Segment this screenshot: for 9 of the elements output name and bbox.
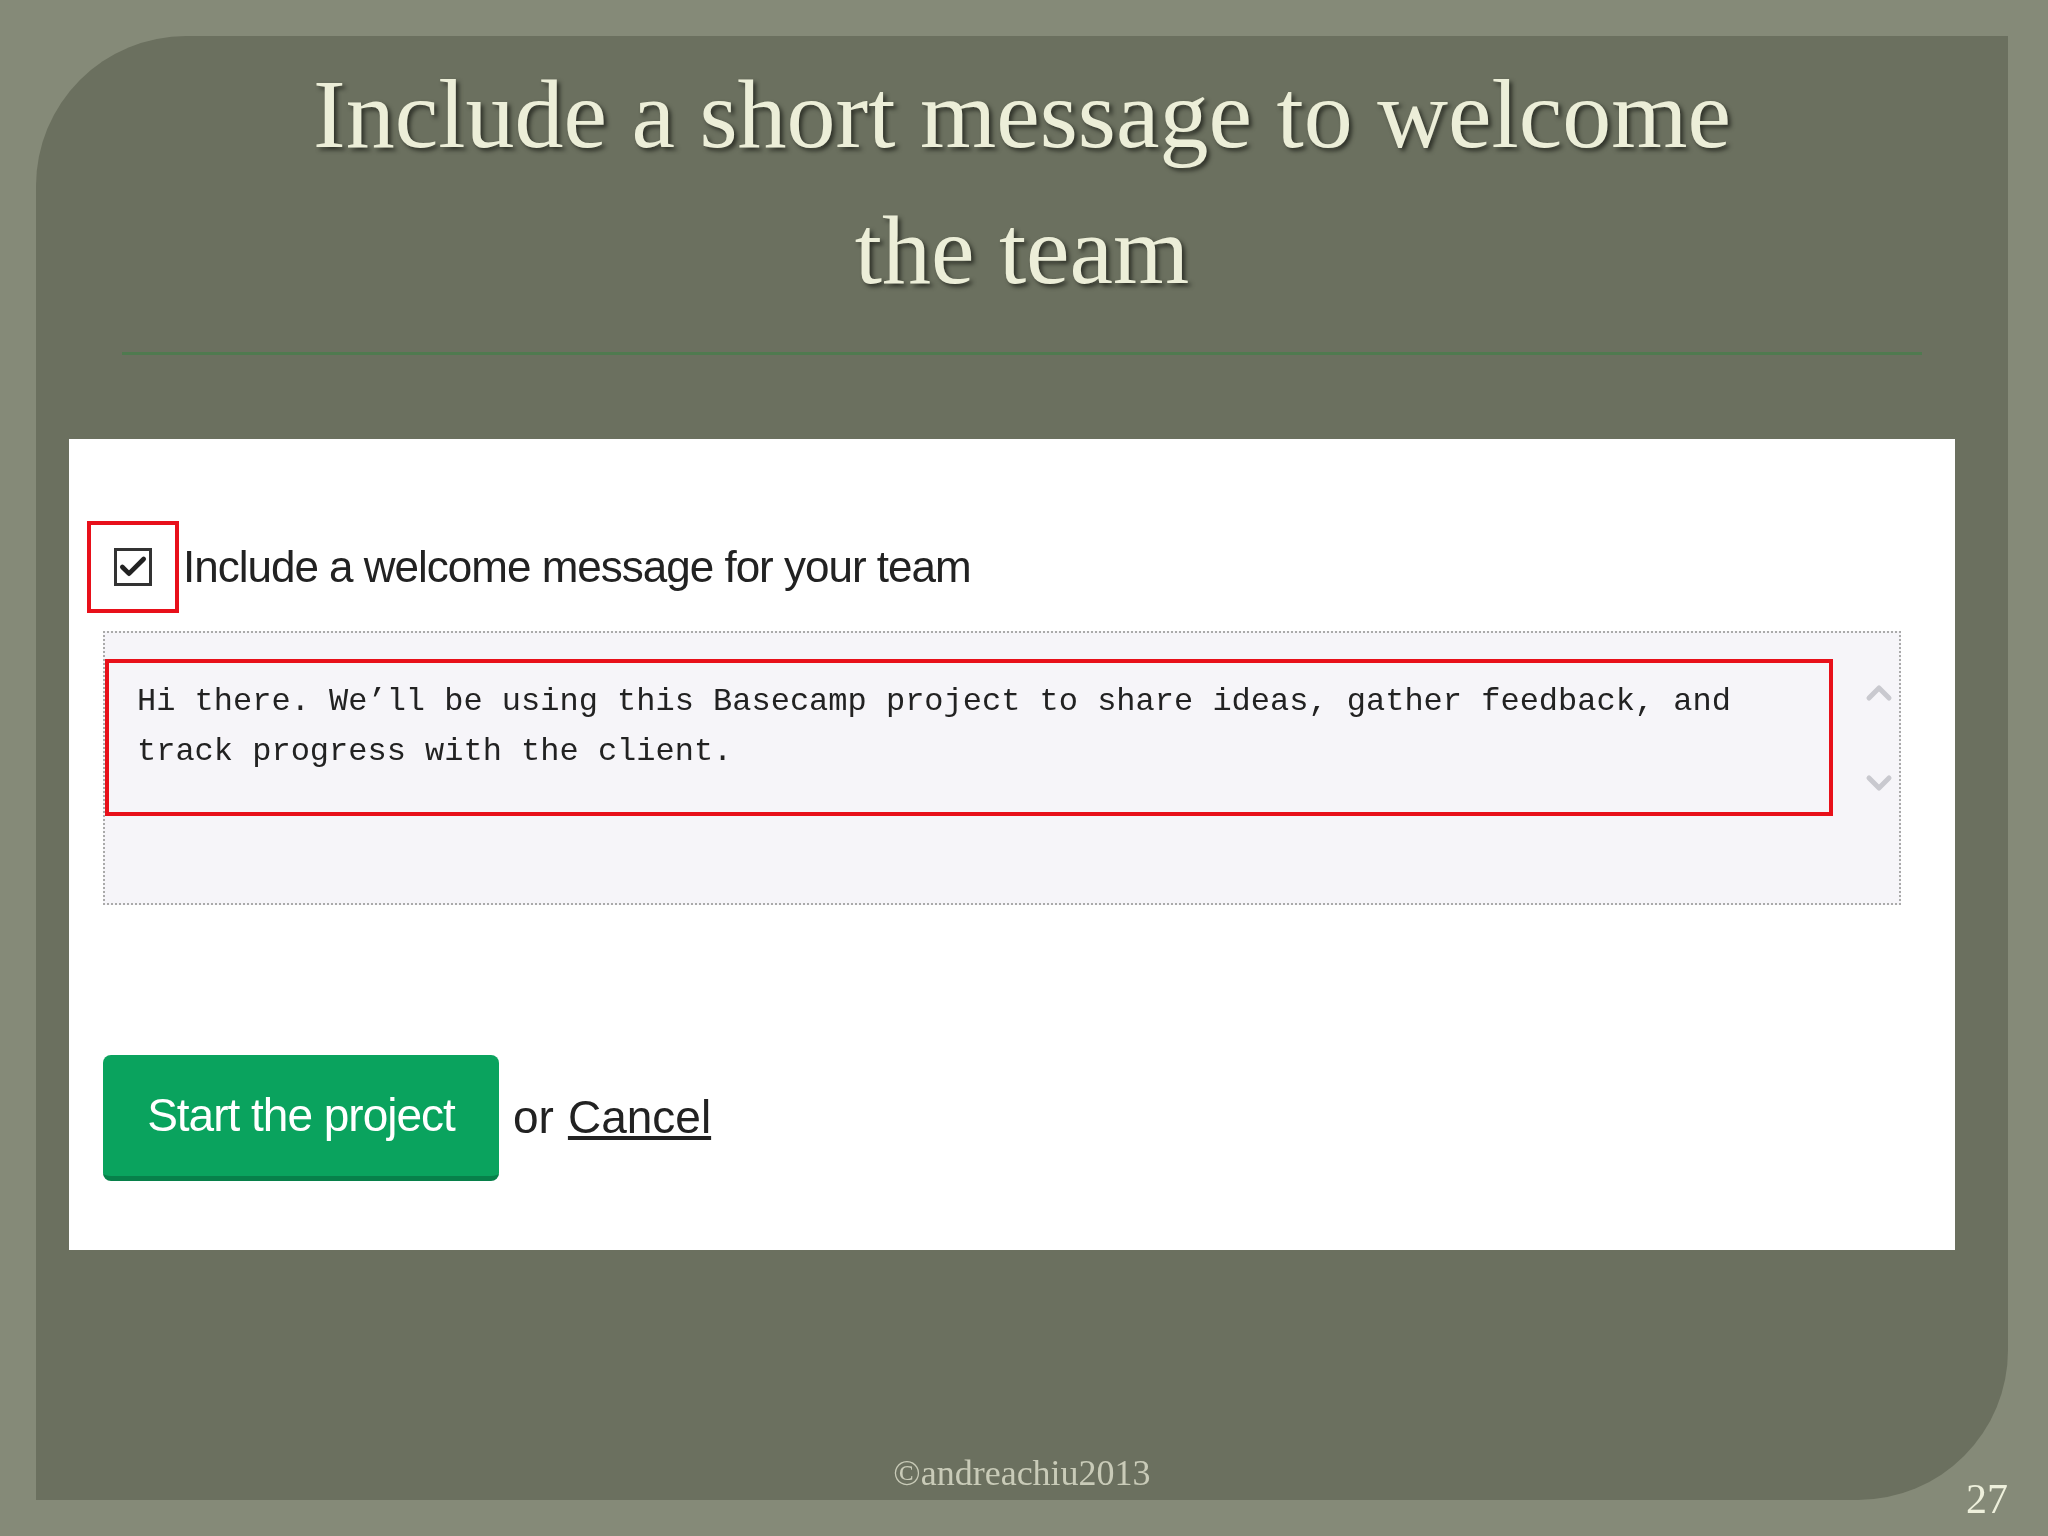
message-text: Hi there. We’ll be using this Basecamp project to share ideas, gather feedback, and track progress with the client. [137,681,1732,772]
page-number: 27 [1966,1475,2008,1524]
checkbox[interactable] [114,547,152,586]
slide-footer: ©andreachiu2013 [893,1446,1151,1500]
or-text: or [513,1090,554,1146]
message-field[interactable]: Hi there. We’ll be using this Basecamp project to share ideas, gather feedback, and track progress with the client. [103,630,1901,905]
checkbox-label: Include a welcome message for your team [183,540,971,593]
cancel-link[interactable]: Cancel [567,1083,712,1153]
slide-title: Include a short message to welcome the team [312,59,1732,306]
